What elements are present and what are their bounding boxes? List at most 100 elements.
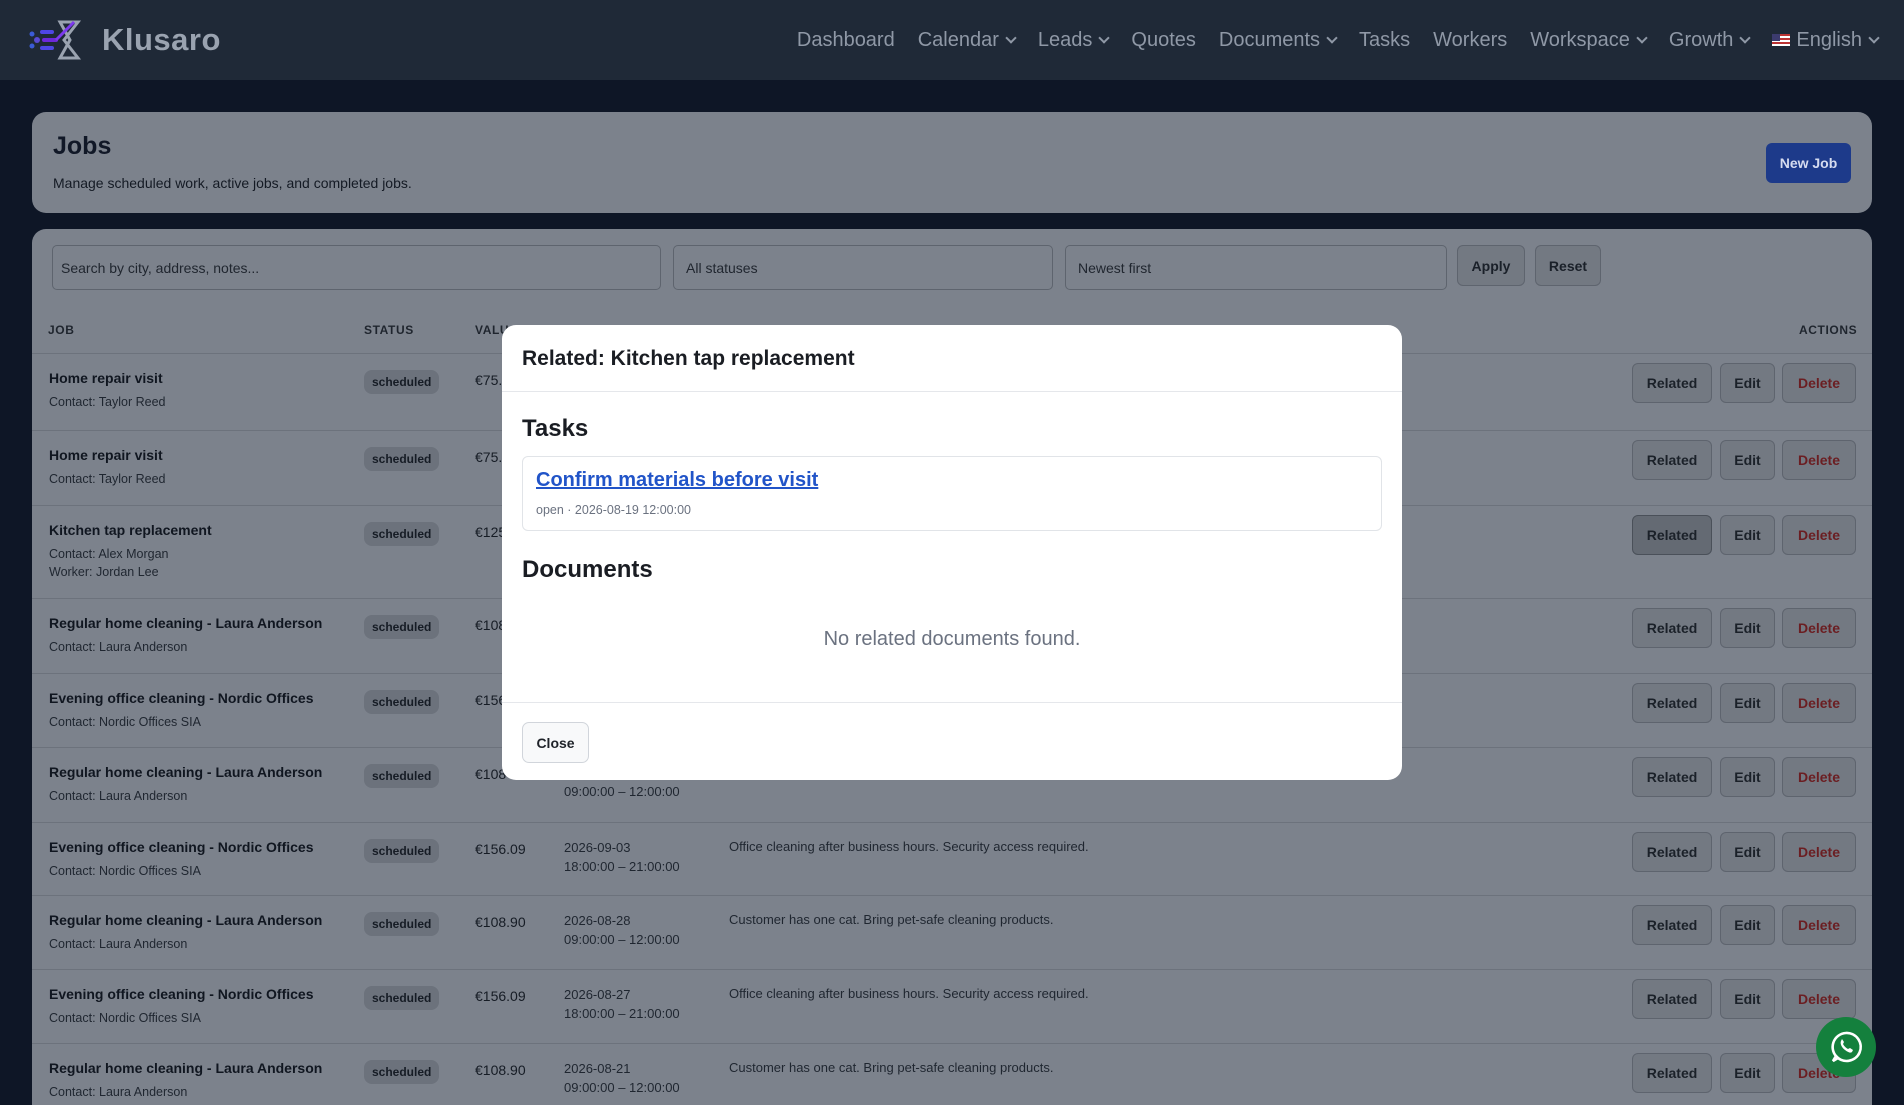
nav-leads-label: Leads — [1037, 28, 1093, 51]
job-title[interactable]: Home repair visit — [49, 447, 163, 463]
chevron-down-icon — [1868, 32, 1880, 44]
chevron-down-icon — [1326, 32, 1338, 44]
nav-workspace[interactable]: Workspace — [1530, 28, 1648, 52]
apply-button[interactable]: Apply — [1457, 245, 1525, 286]
edit-button[interactable]: Edit — [1720, 440, 1775, 480]
brand-logo[interactable]: Klusaro — [26, 18, 221, 62]
job-title[interactable]: Kitchen tap replacement — [49, 522, 212, 538]
modal-title: Related: Kitchen tap replacement — [522, 347, 855, 370]
nav-quotes[interactable]: Quotes — [1131, 29, 1195, 52]
job-contact: Contact: Nordic Offices SIA — [49, 864, 201, 878]
nav-quotes-label: Quotes — [1131, 28, 1196, 51]
nav-calendar[interactable]: Calendar — [917, 28, 1017, 52]
related-button[interactable]: Related — [1632, 1053, 1712, 1093]
nav-workers[interactable]: Workers — [1433, 29, 1507, 52]
job-title[interactable]: Evening office cleaning - Nordic Offices — [49, 986, 314, 1002]
job-value: €108.90 — [475, 914, 526, 930]
edit-button[interactable]: Edit — [1720, 608, 1775, 648]
job-title[interactable]: Regular home cleaning - Laura Anderson — [49, 912, 322, 928]
job-title[interactable]: Regular home cleaning - Laura Anderson — [49, 1060, 322, 1076]
job-contact: Contact: Laura Anderson — [49, 640, 188, 654]
main-nav: Dashboard Calendar Leads Quotes Document… — [797, 28, 1880, 52]
documents-heading: Documents — [522, 556, 653, 583]
related-button[interactable]: Related — [1632, 757, 1712, 797]
status-badge: scheduled — [364, 447, 440, 471]
job-time: 09:00:00 – 12:00:00 — [564, 1080, 680, 1095]
nav-dashboard[interactable]: Dashboard — [797, 29, 895, 52]
nav-documents[interactable]: Documents — [1218, 28, 1338, 52]
delete-button[interactable]: Delete — [1782, 363, 1856, 403]
job-title[interactable]: Regular home cleaning - Laura Anderson — [49, 615, 322, 631]
search-input[interactable]: Search by city, address, notes... — [52, 245, 661, 290]
job-value: €75. — [475, 372, 503, 388]
us-flag-icon — [1772, 34, 1791, 46]
edit-button[interactable]: Edit — [1720, 832, 1775, 872]
task-meta: open · 2026-08-19 12:00:00 — [536, 503, 691, 517]
job-date: 2026-09-03 — [564, 840, 631, 855]
related-button[interactable]: Related — [1632, 905, 1712, 945]
job-notes: Customer has one cat. Bring pet-safe cle… — [729, 912, 1054, 927]
status-select[interactable]: All statuses — [673, 245, 1053, 290]
nav-growth[interactable]: Growth — [1669, 29, 1752, 52]
edit-button[interactable]: Edit — [1720, 363, 1775, 403]
related-button[interactable]: Related — [1632, 363, 1712, 403]
related-button[interactable]: Related — [1632, 979, 1712, 1019]
job-title[interactable]: Evening office cleaning - Nordic Offices — [49, 839, 314, 855]
nav-calendar-label: Calendar — [917, 28, 999, 51]
edit-button[interactable]: Edit — [1720, 683, 1775, 723]
chevron-down-icon — [1098, 32, 1111, 44]
nav-dashboard-label: Dashboard — [796, 28, 895, 51]
delete-button[interactable]: Delete — [1782, 440, 1856, 480]
row-divider — [32, 1043, 1872, 1044]
edit-button[interactable]: Edit — [1720, 905, 1775, 945]
whatsapp-chat-button[interactable] — [1816, 1017, 1876, 1077]
task-link[interactable]: Confirm materials before visit — [536, 469, 818, 492]
status-badge: scheduled — [364, 839, 440, 863]
column-header-status: STATUS — [364, 323, 414, 337]
job-title[interactable]: Home repair visit — [49, 370, 163, 386]
related-button[interactable]: Related — [1632, 440, 1712, 480]
documents-empty-message: No related documents found. — [823, 628, 1081, 650]
delete-button[interactable]: Delete — [1782, 905, 1856, 945]
delete-button[interactable]: Delete — [1782, 683, 1856, 723]
job-title[interactable]: Regular home cleaning - Laura Anderson — [49, 764, 322, 780]
row-divider — [32, 969, 1872, 970]
related-button[interactable]: Related — [1632, 683, 1712, 723]
delete-button[interactable]: Delete — [1782, 608, 1856, 648]
job-value: €75. — [475, 449, 503, 465]
related-button[interactable]: Related — [1632, 832, 1712, 872]
edit-button[interactable]: Edit — [1720, 515, 1775, 555]
nav-workspace-label: Workspace — [1530, 28, 1630, 51]
related-button[interactable]: Related — [1632, 515, 1712, 555]
close-button[interactable]: Close — [522, 722, 589, 763]
nav-leads[interactable]: Leads — [1037, 28, 1111, 52]
job-value: €156.09 — [475, 841, 526, 857]
job-title[interactable]: Evening office cleaning - Nordic Offices — [49, 690, 314, 706]
delete-button[interactable]: Delete — [1782, 515, 1856, 555]
job-notes: Office cleaning after business hours. Se… — [729, 986, 1089, 1001]
reset-button[interactable]: Reset — [1535, 245, 1601, 286]
filter-bar: Search by city, address, notes... All st… — [52, 245, 1601, 290]
job-notes: Office cleaning after business hours. Se… — [729, 839, 1089, 854]
job-contact: Contact: Nordic Offices SIA — [49, 715, 201, 729]
related-button[interactable]: Related — [1632, 608, 1712, 648]
top-navbar: Klusaro Dashboard Calendar Leads Quotes … — [0, 0, 1904, 80]
sort-select[interactable]: Newest first — [1065, 245, 1447, 290]
nav-tasks[interactable]: Tasks — [1359, 29, 1410, 52]
edit-button[interactable]: Edit — [1720, 979, 1775, 1019]
language-selector[interactable]: English — [1772, 29, 1880, 52]
page-title: Jobs — [53, 132, 112, 160]
job-time: 18:00:00 – 21:00:00 — [564, 1006, 680, 1021]
delete-button[interactable]: Delete — [1782, 979, 1856, 1019]
nav-tasks-label: Tasks — [1359, 28, 1411, 51]
edit-button[interactable]: Edit — [1720, 757, 1775, 797]
nav-documents-label: Documents — [1218, 28, 1321, 51]
delete-button[interactable]: Delete — [1782, 832, 1856, 872]
chevron-down-icon — [1005, 32, 1017, 44]
delete-button[interactable]: Delete — [1782, 757, 1856, 797]
job-contact: Contact: Alex Morgan — [49, 547, 169, 561]
column-header-job: JOB — [48, 323, 75, 337]
edit-button[interactable]: Edit — [1720, 1053, 1775, 1093]
related-task-item: Confirm materials before visit open · 20… — [522, 456, 1382, 531]
new-job-button[interactable]: New Job — [1766, 143, 1851, 183]
